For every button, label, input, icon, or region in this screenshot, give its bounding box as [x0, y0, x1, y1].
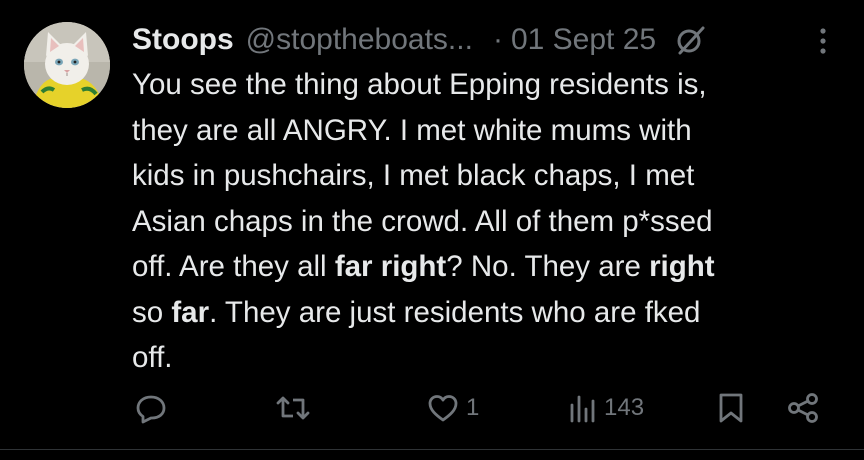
repost-icon [276, 396, 310, 420]
avatar[interactable] [24, 22, 110, 108]
more-vertical-icon[interactable] [818, 26, 828, 56]
text-segment: . They are just residents who are fked [209, 295, 701, 329]
tweet-text-line: Asian chaps in the crowd. All of them p*… [132, 204, 713, 238]
views-icon [570, 395, 595, 423]
tweet-text-line: they are all ANGRY. I met white mums wit… [132, 113, 692, 147]
like-button[interactable]: 1 [426, 386, 479, 430]
share-button[interactable] [786, 386, 820, 430]
tweet-text-line: kids in pushchairs, I met black chaps, I… [132, 159, 695, 192]
bold-text-far: far [171, 295, 210, 329]
bookmark-button[interactable] [716, 386, 746, 430]
tweet-text-line: off. Are they all far right? No. They ar… [132, 244, 832, 290]
reply-icon [136, 395, 166, 424]
heart-icon [428, 395, 458, 422]
tweet-text-line: so far. They are just residents who are … [132, 290, 832, 336]
text-segment: ? No. They are [446, 250, 650, 283]
text-segment: so [132, 295, 172, 329]
text-segment: off. Are they all [132, 250, 335, 283]
bookmark-icon [719, 393, 743, 423]
white-cat-avatar-icon [24, 22, 110, 108]
views-button[interactable]: 143 [568, 386, 644, 430]
tweet[interactable]: Stoops @stoptheboats... · 01 Sept 25 You… [0, 0, 864, 460]
tweet-text-line: You see the thing about Epping residents… [132, 68, 707, 101]
grok-icon[interactable] [674, 23, 708, 57]
tweet-date[interactable]: 01 Sept 25 [511, 23, 656, 57]
bold-text-right: right [649, 250, 715, 283]
tweet-text: You see the thing about Epping residents… [132, 62, 832, 381]
tweet-header: Stoops @stoptheboats... · 01 Sept 25 [132, 18, 842, 62]
repost-button[interactable] [274, 386, 312, 430]
like-count: 1 [466, 394, 480, 421]
views-count: 143 [604, 394, 645, 421]
display-name[interactable]: Stoops [132, 23, 234, 57]
tweet-text-line: off. [132, 341, 173, 374]
share-icon [788, 393, 818, 423]
action-bar: 1 143 [132, 386, 832, 430]
bold-text-far-right: far right [334, 250, 447, 283]
separator-dot: · [492, 23, 503, 56]
divider [0, 449, 864, 450]
reply-button[interactable] [134, 386, 168, 430]
user-handle[interactable]: @stoptheboats... [246, 23, 473, 57]
